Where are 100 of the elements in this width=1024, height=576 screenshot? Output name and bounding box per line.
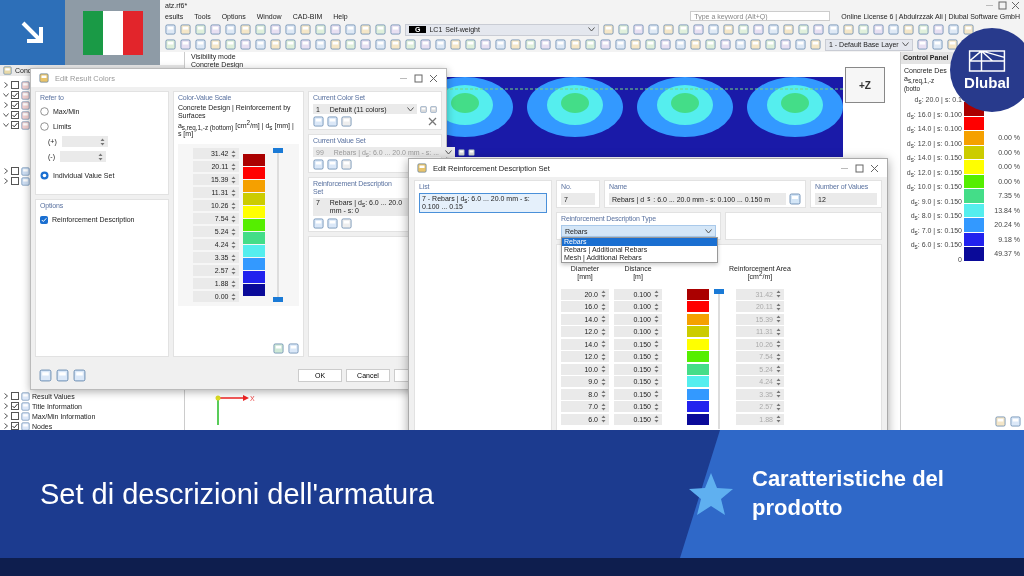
- spinner-icon[interactable]: [654, 377, 659, 386]
- new-icon[interactable]: [313, 116, 324, 127]
- spinner-icon[interactable]: [601, 315, 606, 323]
- spinner-icon[interactable]: [601, 302, 606, 311]
- radio-button[interactable]: [40, 171, 49, 180]
- spinner-icon[interactable]: [601, 290, 606, 298]
- spinner-icon[interactable]: [601, 377, 606, 386]
- legend-icon[interactable]: [1010, 416, 1021, 427]
- copy-icon[interactable]: [327, 159, 338, 170]
- spinner-icon[interactable]: [654, 315, 659, 323]
- view-cube-button[interactable]: +Z: [845, 67, 885, 103]
- spinner-icon[interactable]: [654, 365, 659, 373]
- input-field[interactable]: [61, 136, 108, 147]
- edit-icon[interactable]: [341, 116, 352, 127]
- checkbox[interactable]: [11, 392, 19, 400]
- copy-icon[interactable]: [327, 218, 338, 229]
- checkbox[interactable]: [11, 177, 19, 185]
- spinner-icon[interactable]: [601, 352, 606, 361]
- caret-icon[interactable]: [902, 42, 909, 47]
- spinner-icon[interactable]: [231, 162, 237, 171]
- spinner-icon[interactable]: [601, 340, 606, 348]
- maximize-icon[interactable]: [998, 0, 1007, 10]
- spinner-icon[interactable]: [99, 137, 105, 146]
- spinner-icon[interactable]: [775, 290, 781, 298]
- maximize-icon[interactable]: [855, 163, 864, 173]
- tool-icon[interactable]: [963, 24, 975, 35]
- spinner-icon[interactable]: [231, 175, 237, 184]
- spinner-icon[interactable]: [601, 402, 606, 411]
- close-icon[interactable]: [870, 163, 879, 173]
- delete-icon[interactable]: [428, 117, 437, 126]
- spinner-icon[interactable]: [775, 415, 781, 423]
- spinner-icon[interactable]: [98, 152, 103, 161]
- spinner-icon[interactable]: [231, 253, 237, 262]
- spinner-icon[interactable]: [231, 188, 237, 197]
- spinner-icon[interactable]: [775, 315, 781, 323]
- checkbox[interactable]: [11, 81, 19, 89]
- spinner-icon[interactable]: [775, 352, 781, 361]
- checkbox[interactable]: [11, 422, 19, 430]
- spinner-icon[interactable]: [654, 352, 659, 361]
- spinner-icon[interactable]: [775, 402, 781, 411]
- new-icon[interactable]: [313, 218, 324, 229]
- spinner-icon[interactable]: [654, 327, 659, 336]
- spinner-icon[interactable]: [231, 201, 237, 210]
- caret-icon[interactable]: [588, 27, 596, 32]
- search-icon[interactable]: [39, 368, 52, 382]
- radio-button[interactable]: [40, 107, 49, 116]
- spinner-icon[interactable]: [231, 240, 237, 249]
- spinner-icon[interactable]: [775, 365, 781, 373]
- maximize-icon[interactable]: [414, 73, 423, 83]
- panel-icon[interactable]: [995, 416, 1006, 427]
- slider-handle[interactable]: [273, 297, 284, 302]
- spinner-icon[interactable]: [654, 302, 659, 311]
- checkbox[interactable]: [11, 167, 19, 175]
- slider-handle[interactable]: [714, 289, 724, 294]
- caret-icon[interactable]: [445, 149, 453, 155]
- spinner-icon[interactable]: [775, 377, 781, 386]
- spinner-icon[interactable]: [601, 415, 606, 423]
- gradient-icon[interactable]: [273, 343, 284, 354]
- previous-icon[interactable]: [458, 148, 466, 156]
- checkbox[interactable]: [11, 402, 19, 410]
- spinner-icon[interactable]: [654, 415, 659, 423]
- edit-icon[interactable]: [341, 159, 352, 170]
- spinner-icon[interactable]: [231, 149, 237, 158]
- spinner-icon[interactable]: [231, 266, 237, 275]
- new-icon[interactable]: [313, 159, 324, 170]
- spinner-icon[interactable]: [231, 279, 237, 288]
- slider-handle[interactable]: [273, 148, 284, 153]
- close-icon[interactable]: [429, 73, 438, 83]
- scale-icon[interactable]: [288, 343, 299, 354]
- radio-button[interactable]: [40, 122, 49, 131]
- caret-icon[interactable]: [705, 228, 712, 234]
- units-icon[interactable]: [73, 368, 86, 382]
- checkbox[interactable]: [11, 121, 19, 129]
- next-icon[interactable]: [468, 148, 476, 156]
- spinner-icon[interactable]: [601, 327, 606, 336]
- spinner-icon[interactable]: [654, 290, 659, 298]
- tool-icon[interactable]: [947, 39, 958, 50]
- checkbox[interactable]: [40, 215, 48, 224]
- spinner-icon[interactable]: [601, 365, 606, 373]
- spinner-icon[interactable]: [601, 390, 606, 398]
- spinner-icon[interactable]: [775, 390, 781, 398]
- value-icon[interactable]: [56, 368, 69, 382]
- spinner-icon[interactable]: [775, 327, 781, 336]
- edit-icon[interactable]: [341, 218, 352, 229]
- copy-icon[interactable]: [327, 116, 338, 127]
- spinner-icon[interactable]: [654, 390, 659, 398]
- caret-icon[interactable]: [407, 106, 414, 112]
- checkbox[interactable]: [11, 91, 19, 99]
- input-field[interactable]: [60, 151, 106, 162]
- checkbox[interactable]: [11, 101, 19, 109]
- edit-icon[interactable]: [789, 193, 801, 205]
- spinner-icon[interactable]: [775, 302, 781, 311]
- close-icon[interactable]: [1011, 0, 1020, 10]
- spinner-icon[interactable]: [231, 214, 237, 223]
- spinner-icon[interactable]: [231, 292, 237, 301]
- spinner-icon[interactable]: [775, 340, 781, 348]
- spinner-icon[interactable]: [231, 227, 237, 236]
- checkbox[interactable]: [11, 111, 19, 119]
- spinner-icon[interactable]: [654, 340, 659, 348]
- checkbox[interactable]: [11, 412, 19, 420]
